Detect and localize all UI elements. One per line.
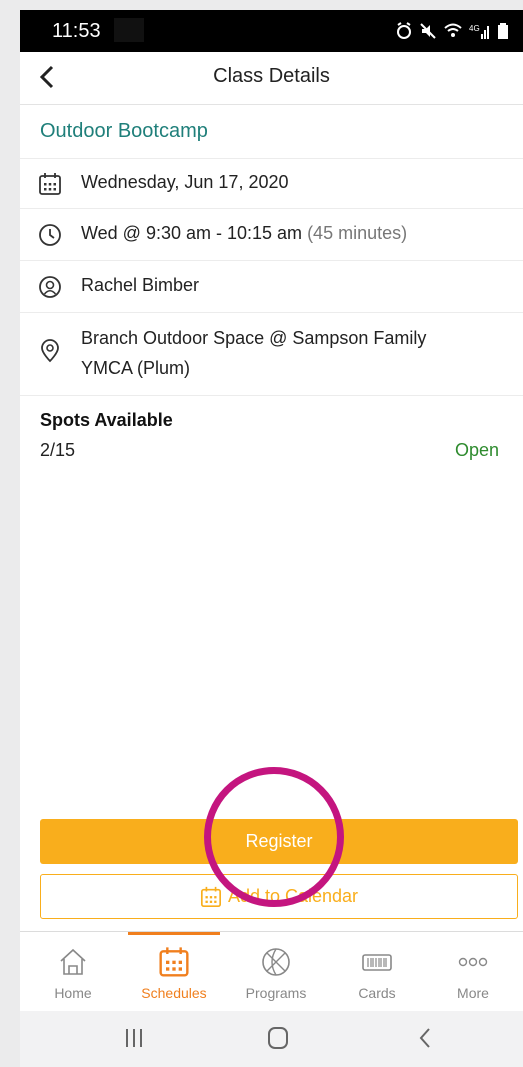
class-name: Outdoor Bootcamp: [40, 120, 208, 142]
screen: 11:53 4G Class Details Outdoor Bootcamp: [0, 0, 523, 1067]
class-duration: (45 minutes): [307, 223, 408, 243]
spots-value: 2/15: [40, 440, 76, 460]
battery-icon: [498, 23, 508, 39]
instructor-icon: [39, 276, 61, 298]
add-to-calendar-label: Add to Calendar: [227, 886, 359, 906]
tab-cards[interactable]: Cards: [327, 932, 427, 1012]
status-notch: [114, 18, 144, 42]
location-pin-icon: [41, 339, 59, 363]
calendar-icon: [159, 947, 189, 977]
basketball-icon: [262, 948, 290, 976]
tab-more[interactable]: More: [423, 932, 523, 1012]
app-bar: Class Details: [20, 52, 523, 105]
add-to-calendar-button[interactable]: Add to Calendar: [40, 874, 518, 919]
system-nav-bar: [20, 1011, 523, 1067]
status-bar: 11:53 4G: [20, 10, 523, 52]
card-icon: [362, 954, 392, 971]
tab-schedules-label: Schedules: [141, 985, 207, 1001]
location-line1: Branch Outdoor Space @ Sampson Family: [81, 328, 427, 348]
clock-icon: [39, 224, 61, 246]
alarm-icon: [397, 22, 411, 39]
time-row: Wed @ 9:30 am - 10:15 am (45 minutes): [20, 208, 523, 261]
tab-more-label: More: [457, 985, 489, 1001]
tab-bar: Home Schedules Programs Cards More: [20, 931, 523, 1012]
calendar-icon: [200, 886, 221, 907]
recent-apps-icon[interactable]: [122, 1025, 146, 1051]
location-row: Branch Outdoor Space @ Sampson Family YM…: [20, 312, 523, 396]
active-tab-indicator: [128, 932, 220, 935]
wifi-icon: [444, 23, 462, 37]
phone-screen: 11:53 4G Class Details Outdoor Bootcamp: [20, 10, 523, 1067]
tab-programs-label: Programs: [245, 985, 307, 1001]
register-button[interactable]: Register: [40, 819, 518, 864]
instructor-name: Rachel Bimber: [81, 275, 200, 295]
class-time: Wed @ 9:30 am - 10:15 am (45 minutes): [81, 220, 407, 247]
instructor-row: Rachel Bimber: [20, 260, 523, 313]
page-title: Class Details: [213, 65, 330, 87]
tab-home[interactable]: Home: [23, 932, 123, 1012]
tab-cards-label: Cards: [358, 985, 396, 1001]
tab-home-label: Home: [54, 985, 92, 1001]
svg-text:4G: 4G: [469, 24, 480, 33]
location-line2: YMCA (Plum): [81, 358, 191, 378]
class-date: Wednesday, Jun 17, 2020: [81, 172, 289, 192]
background-left: [0, 0, 20, 1067]
more-icon: [458, 957, 488, 967]
home-icon: [60, 948, 86, 975]
status-time: 11:53: [52, 20, 101, 42]
spots-label: Spots Available: [40, 410, 173, 430]
home-button-icon[interactable]: [266, 1025, 290, 1051]
class-time-range: Wed @ 9:30 am - 10:15 am: [81, 223, 303, 243]
background-top: [20, 0, 523, 10]
mute-icon: [420, 23, 436, 39]
signal-icon: 4G: [469, 24, 489, 39]
status-badge: Open: [454, 440, 499, 460]
tab-programs[interactable]: Programs: [226, 932, 326, 1012]
status-icons: 4G: [395, 20, 509, 42]
back-button-icon[interactable]: [415, 1025, 435, 1051]
tab-schedules[interactable]: Schedules: [124, 932, 224, 1012]
calendar-icon: [39, 173, 61, 195]
date-row: Wednesday, Jun 17, 2020: [20, 158, 523, 209]
